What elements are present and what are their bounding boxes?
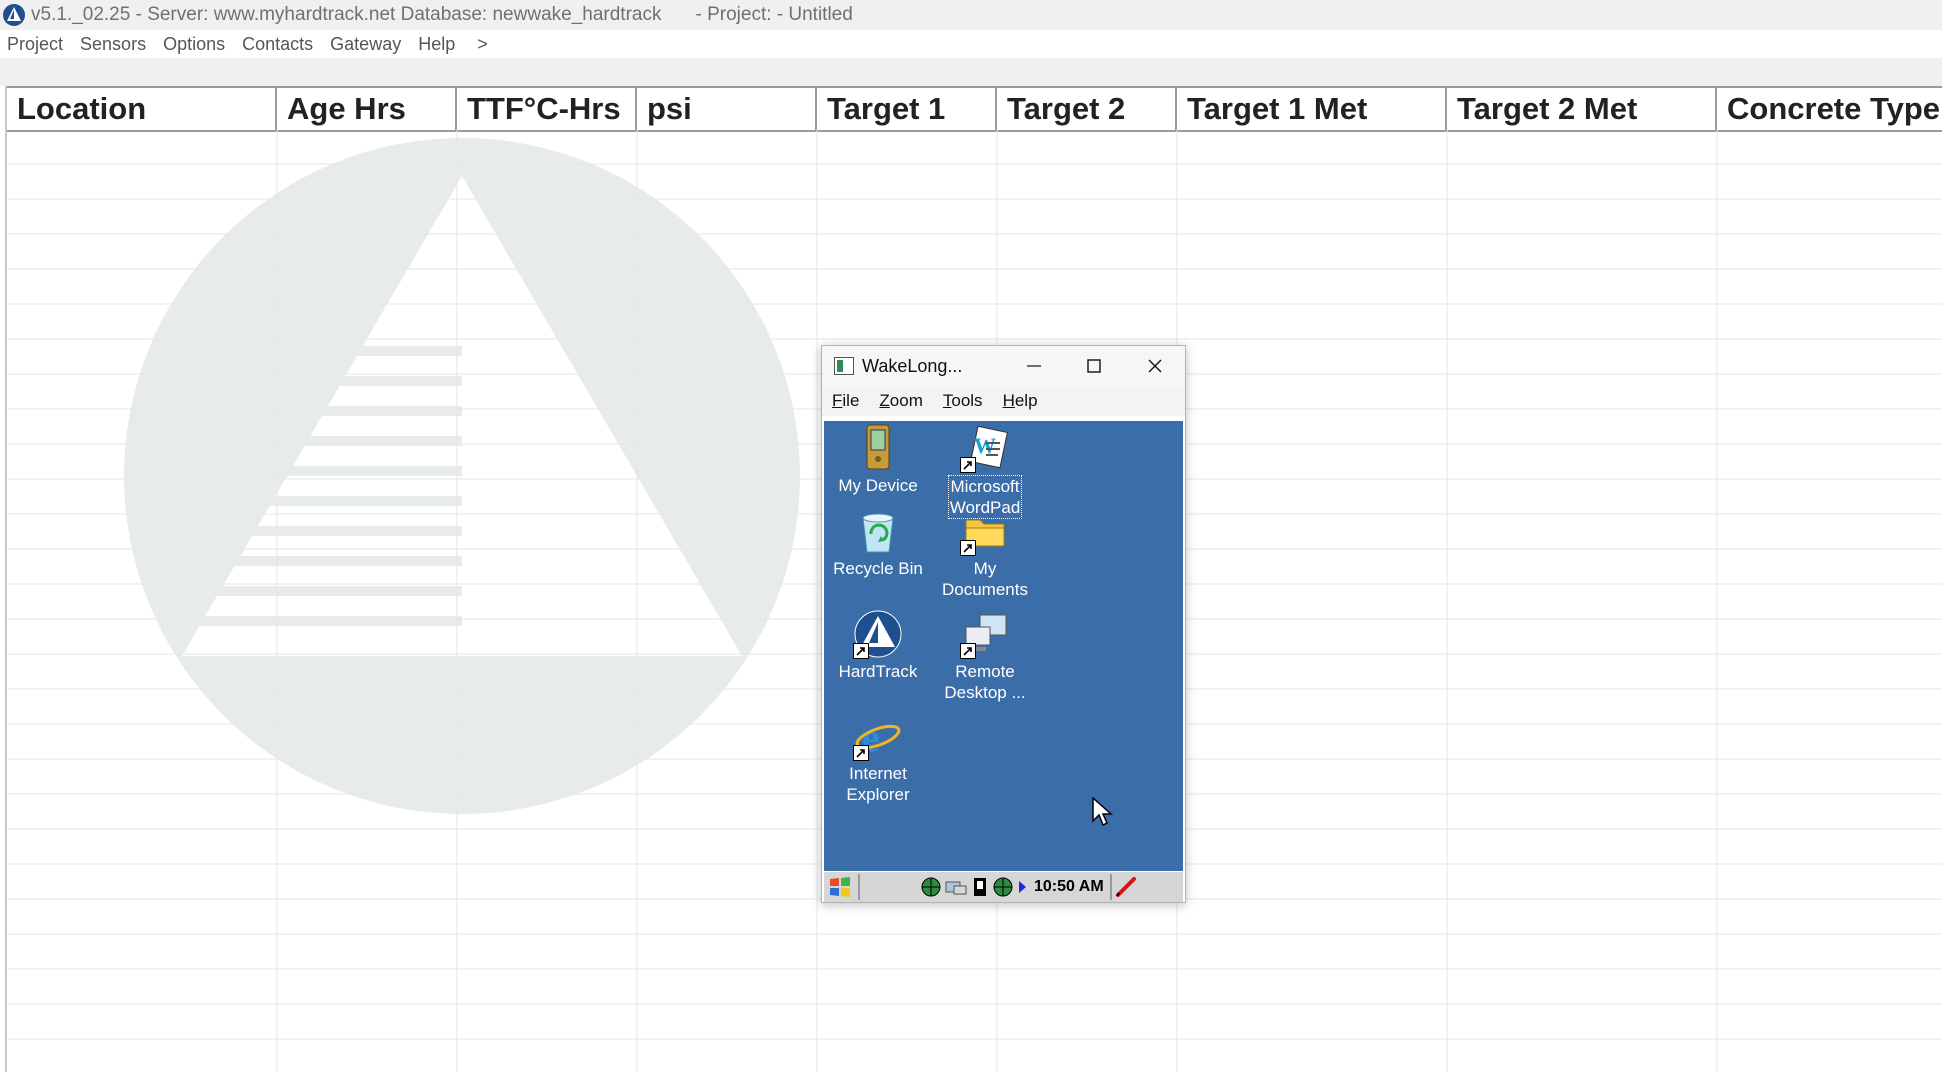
device-taskbar: 10:50 AM [824, 871, 1183, 902]
col-target-1-met[interactable]: Target 1 Met [1177, 88, 1447, 130]
desktop-icon-my-documents[interactable]: My Documents [931, 506, 1039, 600]
minimize-icon [1027, 365, 1041, 367]
device-status-icon[interactable] [970, 876, 990, 898]
label-remote-desktop: Remote Desktop ... [944, 662, 1026, 702]
col-ttf-c-hrs[interactable]: TTF°C-Hrs [457, 88, 637, 130]
hardtrack-logo-icon [3, 4, 25, 26]
desktop-icon-internet-explorer[interactable]: e Internet Explorer [824, 711, 932, 805]
emulator-menu-zoom[interactable]: Zoom [869, 391, 932, 411]
sync-icon[interactable] [944, 876, 968, 898]
device-emulator-window[interactable]: WakeLong... File Zoom Tools Help My Devi… [821, 345, 1186, 903]
recycle-bin-icon [862, 513, 894, 553]
shortcut-arrow-icon [853, 643, 869, 659]
shortcut-arrow-icon [960, 643, 976, 659]
col-location[interactable]: Location [7, 88, 277, 130]
label-my-documents: My Documents [942, 559, 1028, 599]
emulator-title-text: WakeLong... [862, 355, 963, 376]
col-target-1[interactable]: Target 1 [817, 88, 997, 130]
app-title-text: v5.1._02.25 - Server: www.myhardtrack.ne… [31, 4, 662, 25]
label-hardtrack: HardTrack [838, 662, 918, 681]
label-my-device: My Device [838, 476, 918, 495]
taskbar-clock[interactable]: 10:50 AM [1034, 878, 1104, 896]
col-age-hrs[interactable]: Age Hrs [277, 88, 457, 130]
menu-sensors[interactable]: Sensors [73, 34, 156, 55]
maximize-icon [1087, 359, 1101, 373]
emulator-menu-file[interactable]: File [822, 391, 869, 411]
maximize-button[interactable] [1064, 346, 1124, 386]
shortcut-arrow-icon [853, 745, 869, 761]
desktop-icon-recycle-bin[interactable]: Recycle Bin [824, 506, 932, 579]
shortcut-arrow-icon [960, 457, 976, 473]
close-icon [1148, 359, 1162, 373]
network-globe-icon[interactable] [992, 876, 1014, 898]
menu-gateway[interactable]: Gateway [323, 34, 411, 55]
close-button[interactable] [1125, 346, 1185, 386]
desktop-icon-my-device[interactable]: My Device [824, 423, 932, 496]
desktop-icon-remote-desktop[interactable]: Remote Desktop ... [931, 609, 1039, 703]
col-target-2-met[interactable]: Target 2 Met [1447, 88, 1717, 130]
menu-options[interactable]: Options [156, 34, 235, 55]
menu-contacts[interactable]: Contacts [235, 34, 323, 55]
shortcut-arrow-icon [960, 540, 976, 556]
app-title-bar[interactable]: v5.1._02.25 - Server: www.myhardtrack.ne… [0, 0, 1942, 30]
menu-bar: Project Sensors Options Contacts Gateway… [0, 30, 1942, 58]
device-desktop[interactable]: My Device W Microsoft WordPad Recycle Bi… [824, 421, 1183, 871]
menu-project[interactable]: Project [0, 34, 73, 55]
network-globe-icon[interactable] [920, 876, 942, 898]
menu-more-button[interactable]: > [465, 34, 498, 55]
desktop-icon-wordpad[interactable]: W Microsoft WordPad [931, 423, 1039, 519]
pda-device-icon [866, 424, 890, 470]
stylus-pen-icon[interactable] [1114, 875, 1140, 899]
emulator-menu-help[interactable]: Help [993, 391, 1048, 411]
project-title-text: - Project: - Untitled [695, 4, 853, 25]
emulator-title-bar[interactable]: WakeLong... [822, 346, 1185, 386]
play-arrow-icon[interactable] [1016, 876, 1028, 898]
mouse-cursor-icon [1092, 797, 1113, 827]
emulator-menu-bar: File Zoom Tools Help [822, 386, 1185, 416]
emulator-app-icon [834, 357, 854, 375]
col-target-2[interactable]: Target 2 [997, 88, 1177, 130]
emulator-menu-tools[interactable]: Tools [933, 391, 993, 411]
toolbar-gap [0, 58, 1942, 86]
grid-header-row: Location Age Hrs TTF°C-Hrs psi Target 1 … [7, 86, 1942, 132]
label-internet-explorer: Internet Explorer [846, 764, 910, 804]
start-windows-flag-icon[interactable] [828, 876, 852, 898]
minimize-button[interactable] [1004, 346, 1064, 386]
label-recycle-bin: Recycle Bin [833, 559, 923, 578]
desktop-icon-hardtrack[interactable]: HardTrack [824, 609, 932, 682]
col-psi[interactable]: psi [637, 88, 817, 130]
col-concrete-type[interactable]: Concrete Type [1717, 88, 1942, 130]
menu-help[interactable]: Help [411, 34, 465, 55]
